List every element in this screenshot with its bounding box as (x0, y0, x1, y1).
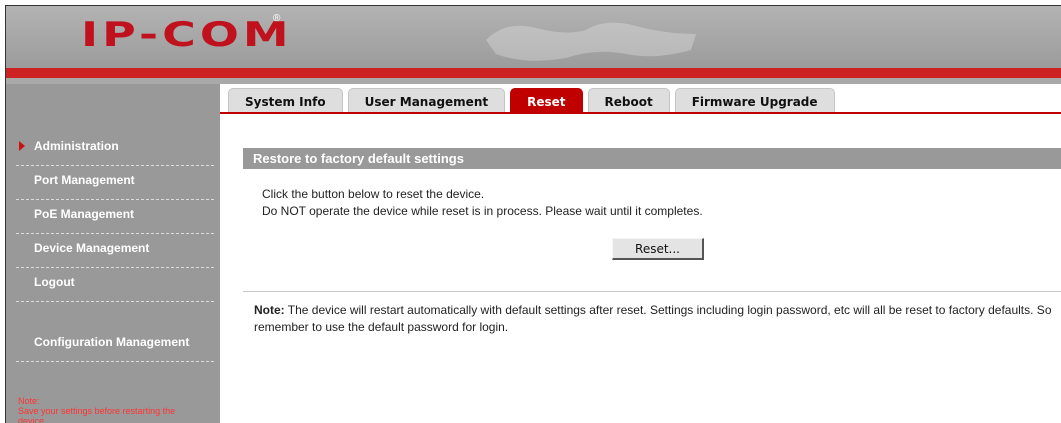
tab-reboot[interactable]: Reboot (587, 88, 670, 113)
note-label: Note: (254, 303, 285, 317)
header-red-bar (6, 68, 1061, 78)
reset-button[interactable]: Reset... (612, 238, 704, 260)
sidebar-item-administration[interactable]: Administration (16, 133, 214, 166)
ip-com-logo: IP-COM ® (81, 13, 289, 52)
tab-user-management[interactable]: User Management (347, 88, 506, 113)
world-map-graphic (486, 22, 696, 61)
sidebar-item-configuration-management[interactable]: Configuration Management (16, 329, 214, 362)
sidebar-item-poe-management[interactable]: PoE Management (16, 201, 214, 234)
tab-reset[interactable]: Reset (510, 88, 583, 113)
note-text: Save your settings before restarting the… (18, 406, 176, 423)
tab-underline (220, 112, 1061, 114)
registered-mark: ® (273, 13, 281, 24)
divider (243, 291, 1061, 292)
reset-instruction: Click the button below to reset the devi… (262, 187, 485, 201)
tab-system-info[interactable]: System Info (228, 88, 343, 113)
sidebar-note: Note: Save your settings before restarti… (18, 396, 198, 423)
tab-bar: System Info User Management Reset Reboot… (228, 88, 840, 113)
sidebar-item-label: PoE Management (34, 207, 135, 221)
active-arrow-icon (19, 141, 25, 151)
sidebar-item-label: Device Management (34, 241, 150, 255)
sidebar-item-label: Configuration Management (34, 335, 190, 349)
sidebar-item-logout[interactable]: Logout (16, 269, 214, 302)
logo-text: IP-COM (81, 15, 293, 55)
sidebar-item-port-management[interactable]: Port Management (16, 167, 214, 200)
reset-warning: Do NOT operate the device while reset is… (262, 204, 703, 218)
sidebar: Administration Port Management PoE Manag… (6, 84, 220, 423)
tab-firmware-upgrade[interactable]: Firmware Upgrade (674, 88, 835, 113)
app-frame: IP-COM ® Administration Port Management … (5, 5, 1061, 423)
sidebar-item-label: Logout (34, 275, 75, 289)
sidebar-item-label: Port Management (34, 173, 135, 187)
sidebar-item-device-management[interactable]: Device Management (16, 235, 214, 268)
note-title: Note: (18, 396, 40, 406)
section-title: Restore to factory default settings (243, 148, 1061, 169)
note-body: The device will restart automatically wi… (254, 303, 1052, 334)
header-banner: IP-COM ® (6, 6, 1061, 72)
reset-note: Note: The device will restart automatica… (254, 302, 1061, 336)
sidebar-item-label: Administration (34, 139, 119, 153)
